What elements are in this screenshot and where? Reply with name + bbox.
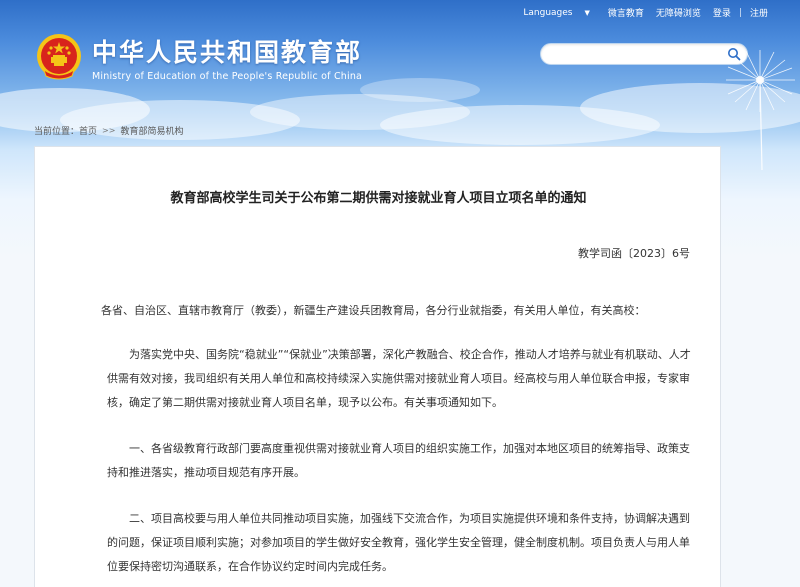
- chevron-right-icon: >>: [102, 126, 116, 135]
- article-paragraph: 为落实党中央、国务院“稳就业”“保就业”决策部署，深化产教融合、校企合作，推动人…: [107, 348, 691, 409]
- article-paragraph: 一、各省级教育行政部门要高度重视供需对接就业育人项目的组织实施工作，加强对本地区…: [107, 442, 690, 479]
- caret-down-icon: ▼: [584, 8, 590, 17]
- login-link[interactable]: 登录: [713, 6, 731, 19]
- document-number: 教学司函〔2023〕6号: [578, 247, 690, 260]
- article-paragraph: 二、项目高校要与用人单位共同推动项目实施，加强线下交流合作，为项目实施提供环境和…: [107, 512, 690, 573]
- breadcrumb-home[interactable]: 首页: [79, 124, 97, 137]
- breadcrumb: 当前位置： 首页 >> 教育部简易机构: [34, 124, 183, 137]
- site-title-en: Ministry of Education of the People's Re…: [92, 70, 363, 82]
- article-title: 教育部高校学生司关于公布第二期供需对接就业育人项目立项名单的通知: [170, 191, 587, 206]
- site-header: 中华人民共和国教育部 Ministry of Education of the …: [34, 32, 362, 82]
- site-title[interactable]: 中华人民共和国教育部: [92, 33, 362, 69]
- nav-divider: |: [738, 7, 742, 18]
- top-nav: Languages ▼ 微言教育 无障碍浏览 登录 | 注册: [511, 6, 774, 20]
- languages-menu[interactable]: Languages ▼: [517, 8, 596, 18]
- accessibility-link[interactable]: 无障碍浏览: [656, 6, 701, 19]
- national-emblem-icon[interactable]: [34, 32, 84, 82]
- weibo-link[interactable]: 微言教育: [608, 6, 644, 19]
- breadcrumb-prefix: 当前位置：: [34, 127, 80, 137]
- breadcrumb-section[interactable]: 教育部简易机构: [120, 124, 183, 137]
- register-link[interactable]: 注册: [750, 6, 768, 19]
- article-panel: 教育部高校学生司关于公布第二期供需对接就业育人项目立项名单的通知 教学司函〔20…: [34, 146, 721, 587]
- article-greeting: 各省、自治区、直辖市教育厅（教委），新疆生产建设兵团教育局，各分行业就指委，有关…: [101, 304, 646, 317]
